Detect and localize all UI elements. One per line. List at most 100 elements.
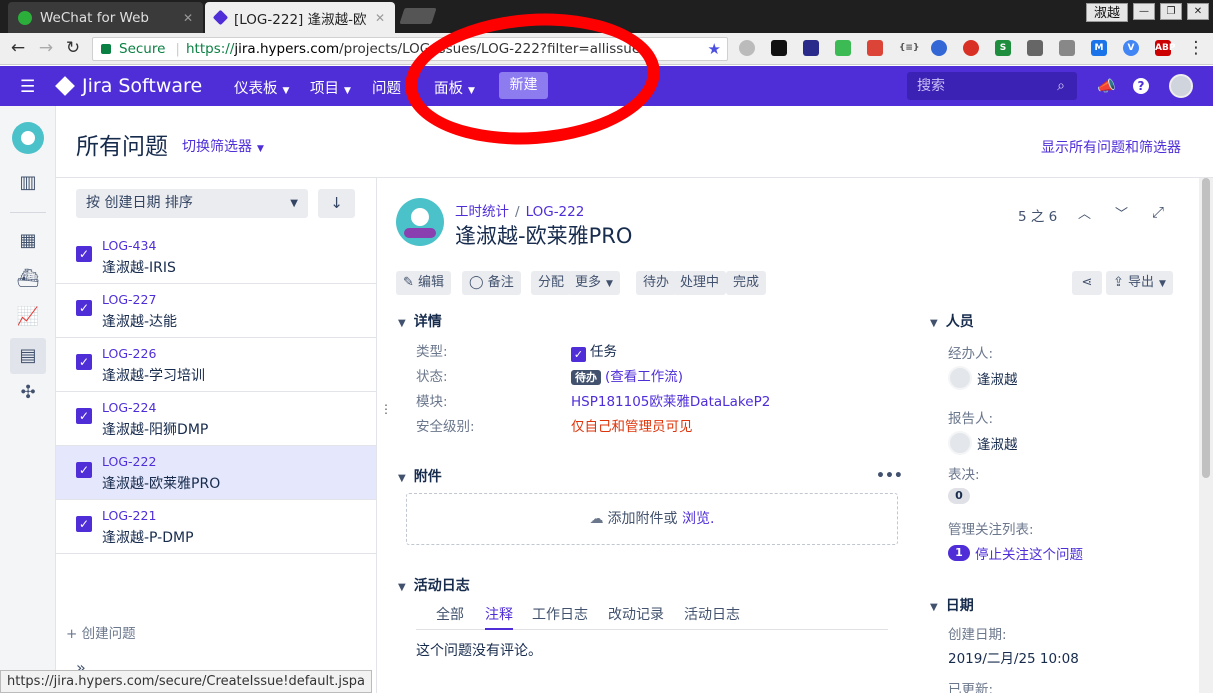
issue-key[interactable]: LOG-227 xyxy=(102,292,156,307)
issue-title[interactable]: 逢淑越-欧莱雅PRO xyxy=(455,220,632,250)
qr-code-icon[interactable] xyxy=(1027,40,1043,56)
breadcrumb-project[interactable]: 工时统计 xyxy=(455,204,509,220)
extension-icon[interactable]: V xyxy=(1123,40,1139,56)
next-issue-icon[interactable]: ﹀ xyxy=(1115,203,1128,222)
export-button[interactable]: ⇪ 导出 ▼ xyxy=(1106,271,1173,295)
assignee-value[interactable]: 逢淑越 xyxy=(948,366,1018,390)
create-button[interactable]: 新建 xyxy=(499,72,548,99)
create-issue-link[interactable]: + 创建问题 xyxy=(66,622,136,642)
extension-icon[interactable] xyxy=(771,40,787,56)
extension-icon[interactable] xyxy=(739,40,755,56)
tab-all[interactable]: 全部 xyxy=(436,604,464,630)
tab-history[interactable]: 改动记录 xyxy=(608,604,664,630)
tab-work-log[interactable]: 工作日志 xyxy=(532,604,588,630)
nav-projects[interactable]: 项目 ▼ xyxy=(310,77,351,98)
list-item[interactable]: ✓ LOG-224 逢淑越-阳狮DMP xyxy=(56,392,376,446)
component-link[interactable]: HSP181105欧莱雅DataLakeP2 xyxy=(571,390,770,410)
votes-value[interactable]: 0 xyxy=(948,488,970,504)
show-all-issues-link[interactable]: 显示所有问题和筛选器 xyxy=(1041,137,1181,157)
extension-icon[interactable] xyxy=(835,40,851,56)
extension-icon[interactable] xyxy=(1059,40,1075,56)
search-input[interactable]: 搜索 ⌕ xyxy=(907,72,1077,100)
backlog-icon[interactable]: ▥ xyxy=(16,172,40,194)
notifications-icon[interactable]: 📣 xyxy=(1097,77,1116,95)
forward-icon[interactable]: → xyxy=(36,38,56,58)
close-tab-icon[interactable]: ✕ xyxy=(183,11,193,25)
attachment-dropzone[interactable]: ☁ 添加附件或 浏览. xyxy=(406,493,898,545)
jira-logo[interactable]: Jira Software xyxy=(55,75,202,97)
new-tab-button[interactable] xyxy=(399,8,437,24)
list-item[interactable]: ✓ LOG-226 逢淑越-学习培训 xyxy=(56,338,376,392)
releases-icon[interactable]: ⛴ xyxy=(16,268,40,290)
addons-icon[interactable]: ✣ xyxy=(16,382,40,404)
nav-boards[interactable]: 面板 ▼ xyxy=(434,77,475,98)
attachments-section-header[interactable]: ▼ 附件 xyxy=(398,466,442,486)
reporter-value[interactable]: 逢淑越 xyxy=(948,431,1018,455)
issue-key[interactable]: LOG-221 xyxy=(102,508,156,523)
people-section-header[interactable]: ▼ 人员 xyxy=(930,311,974,331)
extension-icon[interactable]: S xyxy=(995,40,1011,56)
issue-key[interactable]: LOG-222 xyxy=(102,454,156,469)
gmail-icon[interactable] xyxy=(867,40,883,56)
extension-icon[interactable]: M xyxy=(1091,40,1107,56)
nav-dashboards[interactable]: 仪表板 ▼ xyxy=(234,77,289,98)
close-window-icon[interactable]: ✕ xyxy=(1187,3,1209,20)
list-item-selected[interactable]: ✓ LOG-222 逢淑越-欧莱雅PRO xyxy=(56,446,376,500)
issues-icon[interactable]: ▤ xyxy=(10,338,46,374)
previous-issue-icon[interactable]: ︿ xyxy=(1078,203,1091,222)
browser-tab-jira[interactable]: [LOG-222] 逢淑越-欧 ✕ xyxy=(205,2,395,33)
activity-section-header[interactable]: ▼ 活动日志 xyxy=(398,575,470,595)
expand-icon[interactable]: ⤢ xyxy=(1152,203,1164,221)
browse-link[interactable]: 浏览. xyxy=(682,511,714,527)
watchers-badge[interactable]: 1 xyxy=(948,545,970,561)
dates-section-header[interactable]: ▼ 日期 xyxy=(930,595,974,615)
todo-button[interactable]: 待办 xyxy=(636,271,677,295)
issue-key[interactable]: LOG-226 xyxy=(102,346,156,361)
scrollbar-thumb[interactable] xyxy=(1202,178,1210,478)
tab-comments[interactable]: 注释 xyxy=(485,604,513,630)
view-workflow-link[interactable]: (查看工作流) xyxy=(605,369,683,385)
edit-button[interactable]: ✎ 编辑 xyxy=(396,271,452,295)
reload-icon[interactable]: ↻ xyxy=(63,38,83,58)
adblock-icon[interactable]: ABP xyxy=(1155,40,1175,56)
done-button[interactable]: 完成 xyxy=(726,271,767,295)
sort-select[interactable]: 按 创建日期 排序 ▼ xyxy=(76,189,308,218)
app-switcher-icon[interactable]: ☰ xyxy=(20,77,35,97)
board-icon[interactable]: ▦ xyxy=(16,230,40,252)
list-item[interactable]: ✓ LOG-227 逢淑越-达能 xyxy=(56,284,376,338)
extension-icon[interactable] xyxy=(963,40,979,56)
user-avatar[interactable] xyxy=(1169,74,1193,98)
help-icon[interactable]: ? xyxy=(1133,78,1149,94)
reports-icon[interactable]: 📈 xyxy=(16,306,40,328)
project-avatar[interactable] xyxy=(12,122,44,154)
close-tab-icon[interactable]: ✕ xyxy=(375,11,385,25)
extension-icon[interactable] xyxy=(931,40,947,56)
sort-direction-button[interactable]: ↓ xyxy=(318,189,355,218)
browser-menu-icon[interactable]: ⋮ xyxy=(1186,38,1206,58)
stop-watching-link[interactable]: 停止关注这个问题 xyxy=(975,543,1083,563)
comment-button[interactable]: ◯ 备注 xyxy=(462,271,521,295)
more-button[interactable]: 更多 ▼ xyxy=(568,271,620,295)
breadcrumb-issue-key[interactable]: LOG-222 xyxy=(526,204,585,220)
extension-icon[interactable] xyxy=(803,40,819,56)
issue-key[interactable]: LOG-434 xyxy=(102,238,156,253)
profile-name[interactable]: 淑越 xyxy=(1086,3,1129,22)
in-progress-button[interactable]: 处理中 xyxy=(673,271,727,295)
restore-icon[interactable]: ❐ xyxy=(1160,3,1182,20)
share-icon[interactable]: ⋖ xyxy=(1072,271,1102,295)
list-item[interactable]: ✓ LOG-434 逢淑越-IRIS xyxy=(56,230,376,284)
url-input[interactable]: Secure | https://jira.hypers.com/project… xyxy=(92,37,728,61)
back-icon[interactable]: ← xyxy=(8,38,28,58)
nav-issues[interactable]: 问题 ▼ xyxy=(372,77,413,98)
issue-key[interactable]: LOG-224 xyxy=(102,400,156,415)
switch-filter-button[interactable]: 切换筛选器 ▼ xyxy=(182,136,264,156)
list-item[interactable]: ✓ LOG-221 逢淑越-P-DMP xyxy=(56,500,376,554)
scrollbar[interactable] xyxy=(1199,178,1213,693)
tab-activity[interactable]: 活动日志 xyxy=(684,604,740,630)
minimize-icon[interactable]: — xyxy=(1133,3,1155,20)
bookmark-star-icon[interactable]: ★ xyxy=(708,40,721,58)
assign-button[interactable]: 分配 xyxy=(531,271,572,295)
details-section-header[interactable]: ▼ 详情 xyxy=(398,311,442,331)
browser-tab-wechat[interactable]: WeChat for Web ✕ xyxy=(8,2,203,33)
more-options-icon[interactable]: ••• xyxy=(876,468,903,484)
